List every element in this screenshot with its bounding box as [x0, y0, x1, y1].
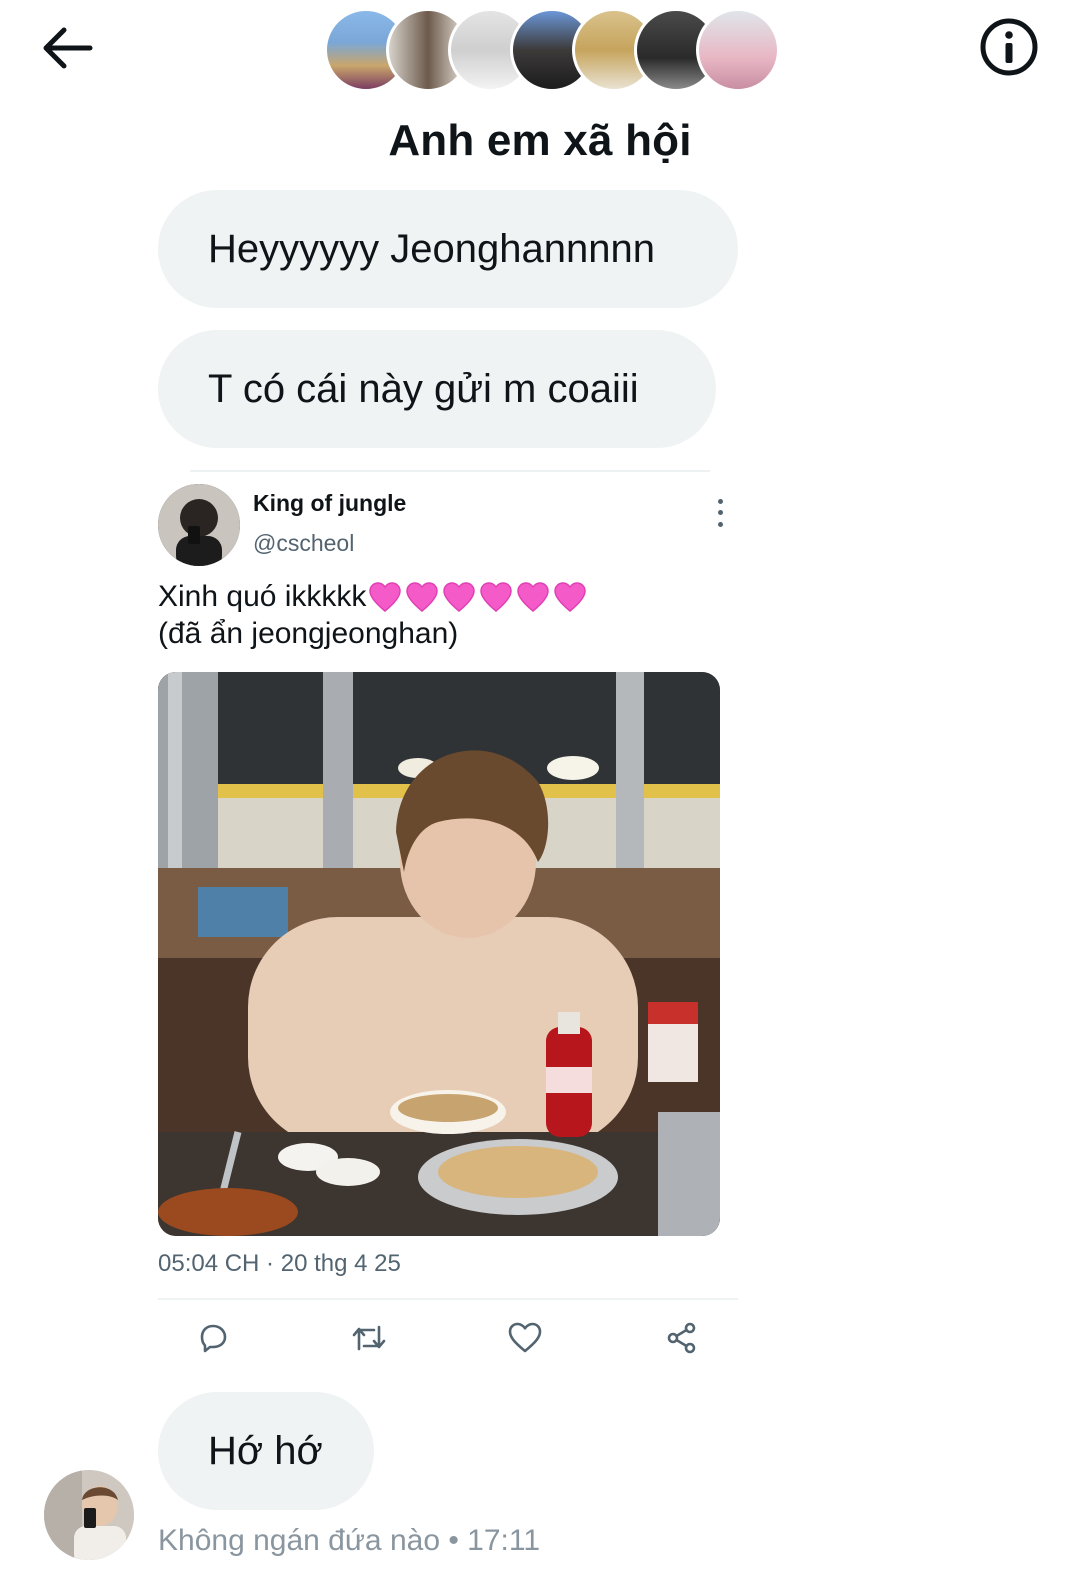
reply-button[interactable] — [193, 1318, 233, 1358]
share-button[interactable] — [662, 1318, 702, 1358]
reply-icon — [200, 1324, 227, 1353]
message-bubble[interactable]: T có cái này gửi m coaiii — [158, 330, 716, 448]
like-icon — [508, 1322, 542, 1353]
message-text: Heyyyyyy Jeonghannnnn — [208, 226, 655, 271]
retweet-button[interactable] — [349, 1318, 389, 1358]
message-text: T có cái này gửi m coaiii — [208, 366, 639, 411]
member-avatar — [696, 8, 780, 92]
group-avatars[interactable] — [324, 8, 780, 94]
message-meta: Không ngán đứa nào • 17:11 — [158, 1524, 541, 1557]
tweet-text-line-2: (đã ẩn jeongjeonghan) — [158, 617, 459, 650]
tweet-divider — [158, 1298, 738, 1300]
like-button[interactable] — [505, 1318, 545, 1358]
restaurant-photo-icon — [158, 672, 720, 1236]
tweet-photo[interactable] — [158, 672, 720, 1236]
tweet-text: Xinh quó ikkkkk — [158, 580, 367, 613]
retweet-icon — [352, 1325, 386, 1351]
avatar-photo-icon — [158, 484, 240, 566]
info-circle-icon — [980, 18, 1038, 76]
tweet-handle[interactable]: @cscheol — [253, 530, 354, 557]
message-bubble[interactable]: Hớ hớ — [158, 1392, 374, 1510]
conversation-title: Anh em xã hội — [388, 116, 692, 165]
avatar-photo-icon — [44, 1470, 134, 1560]
message-text: Hớ hớ — [208, 1428, 323, 1473]
tweet-text-line-1: Xinh quó ikkkkk — [158, 580, 590, 614]
tweet-display-name[interactable]: King of jungle — [253, 490, 406, 517]
tweet-card-top-border — [190, 470, 710, 472]
tweet-author-avatar[interactable] — [158, 484, 240, 566]
message-bubble[interactable]: Heyyyyyy Jeonghannnnn — [158, 190, 738, 308]
pink-heart-icon — [368, 581, 590, 613]
more-options-button[interactable] — [708, 496, 732, 530]
sender-avatar[interactable] — [44, 1470, 134, 1560]
tweet-timestamp[interactable]: 05:04 CH · 20 thg 4 25 — [158, 1250, 401, 1278]
share-icon — [667, 1322, 696, 1354]
info-button[interactable] — [978, 16, 1040, 78]
arrow-left-icon — [43, 27, 93, 69]
back-button[interactable] — [36, 22, 98, 74]
